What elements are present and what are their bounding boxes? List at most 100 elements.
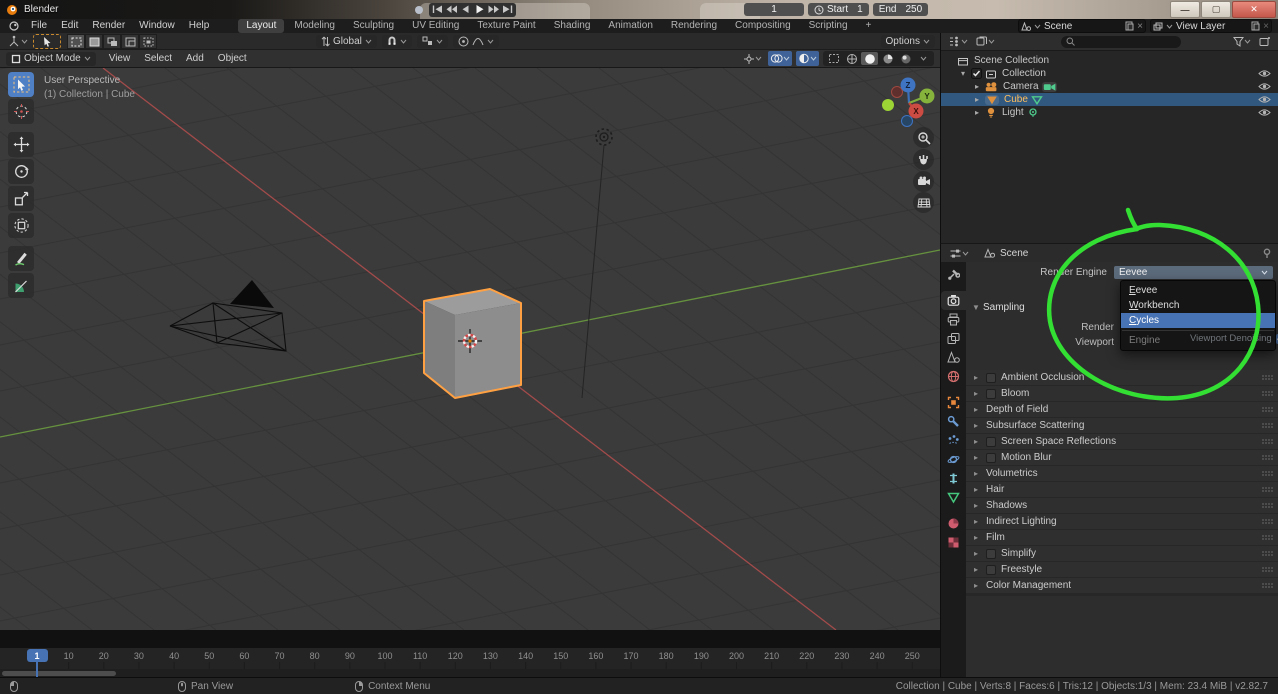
properties-tab-tool[interactable] bbox=[941, 265, 966, 284]
outliner-row-collection[interactable]: ▾ Collection bbox=[941, 67, 1278, 80]
toggle-orthographic-button[interactable] bbox=[913, 192, 934, 213]
play-button[interactable] bbox=[473, 4, 486, 16]
shading-wireframe-icon[interactable] bbox=[843, 52, 860, 65]
properties-tab-world[interactable] bbox=[941, 367, 966, 386]
select-mode-button-1[interactable] bbox=[85, 33, 103, 49]
workspace-tab-uv-editing[interactable]: UV Editing bbox=[404, 19, 467, 33]
drag-dots-icon[interactable] bbox=[1261, 518, 1274, 525]
collection-checkbox[interactable] bbox=[971, 68, 982, 79]
render-engine-dropdown[interactable]: Eevee bbox=[1114, 266, 1273, 279]
properties-tab-view-layer[interactable] bbox=[941, 329, 966, 348]
minimize-button[interactable]: — bbox=[1170, 1, 1200, 18]
engine-option-workbench[interactable]: Workbench bbox=[1121, 298, 1275, 313]
3d-viewport[interactable]: Z Y X User Perspective (1) Collection | … bbox=[0, 68, 940, 630]
snap-target-dropdown[interactable] bbox=[416, 34, 448, 48]
blender-app-icon[interactable] bbox=[8, 21, 20, 31]
tool-transform-button[interactable] bbox=[8, 213, 34, 238]
panel-ambient-occlusion[interactable]: ▸ Ambient Occlusion bbox=[966, 370, 1278, 385]
cube-object[interactable] bbox=[423, 288, 522, 399]
view-layer-selector[interactable]: View Layer × bbox=[1150, 19, 1272, 33]
tool-scale-button[interactable] bbox=[8, 186, 34, 211]
close-button[interactable]: ✕ bbox=[1232, 1, 1276, 18]
add-workspace-button[interactable]: + bbox=[858, 19, 880, 33]
unlink-scene-icon[interactable]: × bbox=[1137, 21, 1143, 32]
new-scene-icon[interactable] bbox=[1125, 21, 1134, 31]
select-mode-button-4[interactable] bbox=[139, 33, 157, 49]
drag-dots-icon[interactable] bbox=[1261, 438, 1274, 445]
maximize-button[interactable]: ▢ bbox=[1201, 1, 1231, 18]
editor-type-selector[interactable] bbox=[5, 34, 30, 49]
outliner-search-input[interactable] bbox=[1061, 35, 1181, 48]
eye-icon[interactable] bbox=[1258, 82, 1271, 91]
panel-checkbox[interactable] bbox=[986, 388, 996, 399]
shading-material-icon[interactable] bbox=[879, 52, 896, 65]
select-mode-button-0[interactable] bbox=[67, 33, 85, 49]
select-mode-button-2[interactable] bbox=[103, 33, 121, 49]
transform-orientation-dropdown[interactable]: Global bbox=[316, 34, 377, 48]
snap-toggle[interactable] bbox=[381, 34, 412, 48]
workspace-tab-modeling[interactable]: Modeling bbox=[286, 19, 343, 33]
new-collection-button[interactable] bbox=[1257, 34, 1273, 49]
drag-dots-icon[interactable] bbox=[1261, 470, 1274, 477]
panel-depth-of-field[interactable]: ▸ Depth of Field bbox=[966, 402, 1278, 417]
properties-tab-texture[interactable] bbox=[941, 533, 966, 552]
options-dropdown[interactable]: Options bbox=[880, 34, 935, 48]
drag-dots-icon[interactable] bbox=[1261, 374, 1274, 381]
select-mode-button-3[interactable] bbox=[121, 33, 139, 49]
properties-editor-type-selector[interactable] bbox=[947, 246, 971, 261]
tool-select-box-button[interactable] bbox=[8, 72, 34, 97]
panel-hair[interactable]: ▸ Hair bbox=[966, 482, 1278, 497]
properties-tab-constraints[interactable] bbox=[941, 469, 966, 488]
panel-checkbox[interactable] bbox=[986, 452, 996, 463]
show-gizmo-toggle[interactable] bbox=[741, 51, 764, 66]
start-frame-field[interactable]: Start 1 bbox=[808, 3, 869, 16]
mode-dropdown[interactable]: Object Mode bbox=[6, 51, 96, 66]
workspace-tab-scripting[interactable]: Scripting bbox=[801, 19, 856, 33]
workspace-tab-layout[interactable]: Layout bbox=[238, 19, 285, 33]
properties-tab-render[interactable] bbox=[941, 291, 966, 310]
properties-tab-output[interactable] bbox=[941, 310, 966, 329]
workspace-tab-shading[interactable]: Shading bbox=[546, 19, 599, 33]
show-overlays-toggle[interactable] bbox=[768, 51, 792, 66]
xray-box-icon[interactable] bbox=[825, 52, 842, 65]
drag-dots-icon[interactable] bbox=[1261, 486, 1274, 493]
panel-checkbox[interactable] bbox=[986, 564, 996, 575]
drag-dots-icon[interactable] bbox=[1261, 582, 1274, 589]
next-keyframe-button[interactable] bbox=[487, 4, 500, 16]
menu-render[interactable]: Render bbox=[85, 19, 132, 33]
panel-checkbox[interactable] bbox=[986, 436, 996, 447]
outliner-row-scene-collection[interactable]: Scene Collection bbox=[941, 54, 1278, 67]
properties-tab-physics[interactable] bbox=[941, 450, 966, 469]
properties-tab-object[interactable] bbox=[941, 393, 966, 412]
workspace-tab-rendering[interactable]: Rendering bbox=[663, 19, 725, 33]
drag-dots-icon[interactable] bbox=[1261, 406, 1274, 413]
panel-motion-blur[interactable]: ▸ Motion Blur bbox=[966, 450, 1278, 465]
tool-cursor-button[interactable] bbox=[8, 99, 34, 124]
panel-screen-space-reflections[interactable]: ▸ Screen Space Reflections bbox=[966, 434, 1278, 449]
drag-dots-icon[interactable] bbox=[1261, 566, 1274, 573]
panel-checkbox[interactable] bbox=[986, 548, 996, 559]
zoom-view-button[interactable] bbox=[913, 127, 934, 148]
panel-volumetrics[interactable]: ▸ Volumetrics bbox=[966, 466, 1278, 481]
timeline-scrollbar[interactable] bbox=[2, 671, 116, 676]
menu-window[interactable]: Window bbox=[132, 19, 182, 33]
drag-dots-icon[interactable] bbox=[1261, 550, 1274, 557]
outliner-id-filter-dropdown[interactable] bbox=[974, 34, 997, 49]
eye-icon[interactable] bbox=[1258, 69, 1271, 78]
workspace-tab-texture-paint[interactable]: Texture Paint bbox=[469, 19, 543, 33]
end-frame-field[interactable]: End 250 bbox=[872, 3, 929, 16]
sampling-panel-header[interactable]: ▼ Sampling bbox=[972, 302, 1025, 313]
outliner-row-camera[interactable]: ▸ Camera bbox=[941, 80, 1278, 93]
previous-frame-button[interactable] bbox=[459, 4, 472, 16]
panel-color-management[interactable]: ▸ Color Management bbox=[966, 578, 1278, 593]
viewport-menu-view[interactable]: View bbox=[102, 53, 138, 64]
viewport-menu-add[interactable]: Add bbox=[179, 53, 211, 64]
workspace-tab-sculpting[interactable]: Sculpting bbox=[345, 19, 402, 33]
properties-tab-material[interactable] bbox=[941, 514, 966, 533]
properties-tab-particles[interactable] bbox=[941, 431, 966, 450]
panel-bloom[interactable]: ▸ Bloom bbox=[966, 386, 1278, 401]
viewport-menu-object[interactable]: Object bbox=[211, 53, 254, 64]
properties-tab-scene[interactable] bbox=[941, 348, 966, 367]
eye-icon[interactable] bbox=[1258, 95, 1271, 104]
panel-freestyle[interactable]: ▸ Freestyle bbox=[966, 562, 1278, 577]
